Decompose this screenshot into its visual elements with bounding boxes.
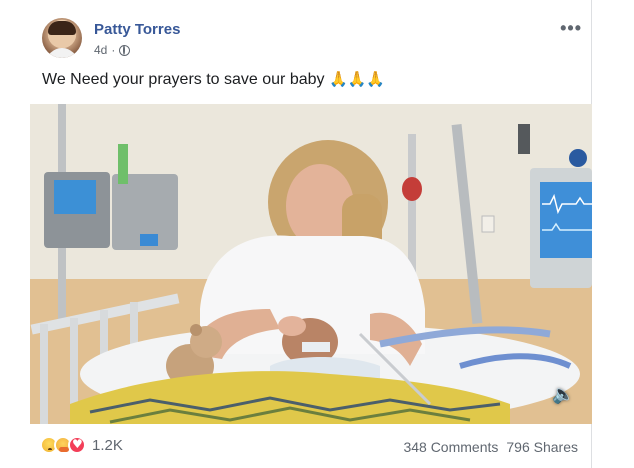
mother-hand (278, 316, 306, 336)
monitor-screen (540, 182, 592, 258)
red-bottle (402, 177, 422, 201)
author-avatar[interactable] (42, 18, 82, 58)
shares-count-link[interactable]: 796 Shares (506, 439, 578, 455)
post-text-body: We Need your prayers to save our baby (42, 71, 325, 88)
teddy-ear (190, 324, 202, 336)
avatar-shirt (46, 48, 78, 58)
author-name[interactable]: Patty Torres (94, 21, 180, 38)
monitor-knob (569, 149, 587, 167)
post-meta: 4d · (94, 43, 131, 57)
avatar-hair (48, 21, 76, 35)
child-tube (302, 342, 330, 352)
post-video[interactable]: 🔈 (30, 104, 592, 424)
speaker-muted-icon[interactable]: 🔈 (552, 384, 574, 406)
reactions-summary[interactable]: 1.2K (40, 436, 123, 454)
post-time[interactable]: 4d (94, 43, 107, 57)
love-reaction-icon (68, 436, 86, 454)
video-frame (30, 104, 592, 424)
wall-outlet (481, 215, 495, 233)
reaction-count: 1.2K (92, 436, 123, 454)
praying-hands-emoji: 🙏🙏🙏 (328, 70, 385, 88)
arm-joint (518, 124, 530, 154)
engagement-counts: 348 Comments 796 Shares (403, 439, 578, 455)
comments-count-link[interactable]: 348 Comments (403, 439, 498, 455)
globe-icon[interactable] (119, 44, 131, 56)
meta-separator: · (111, 43, 116, 57)
facebook-post: Patty Torres 4d · ••• We Need your praye… (30, 0, 592, 468)
pump-screen (54, 180, 96, 214)
post-text: We Need your prayers to save our baby 🙏🙏… (42, 70, 385, 89)
more-options-button[interactable]: ••• (560, 18, 582, 39)
pump-clip (140, 234, 158, 246)
iv-line-clip (118, 144, 128, 184)
rail-post-1 (40, 324, 48, 424)
